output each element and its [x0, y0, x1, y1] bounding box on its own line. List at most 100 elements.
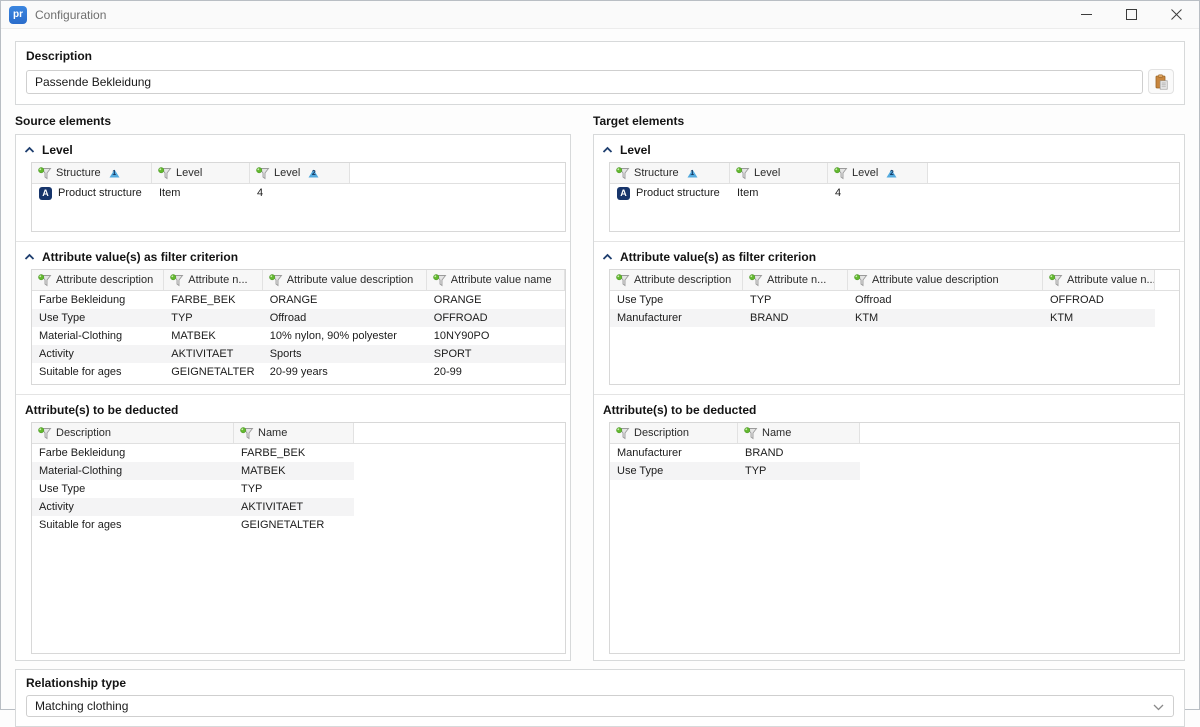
column-header-structure[interactable]: Structure 1 — [32, 163, 152, 183]
minimize-button[interactable] — [1064, 1, 1109, 28]
level-cell: Item — [152, 184, 250, 202]
clipboard-paste-icon — [1153, 74, 1169, 90]
column-header[interactable]: Attribute value description — [848, 270, 1043, 290]
table-row[interactable]: Use Type TYP Offroad OFFROAD — [32, 309, 565, 327]
table-header: Structure 1 Level Level 2 — [610, 163, 1179, 184]
relationship-type-select[interactable]: Matching clothing — [26, 695, 1174, 717]
filter-icon — [616, 274, 630, 287]
source-level-header[interactable]: Level — [24, 140, 566, 160]
cell: Sports — [263, 345, 427, 363]
source-filter-header[interactable]: Attribute value(s) as filter criterion — [24, 247, 566, 267]
source-panel: Level Structure 1 Level — [15, 134, 571, 661]
table-row[interactable]: Activity AKTIVITAET Sports SPORT — [32, 345, 565, 363]
filter-icon — [616, 167, 630, 180]
paste-button[interactable] — [1148, 69, 1174, 94]
close-button[interactable] — [1154, 1, 1199, 28]
filter-icon — [834, 167, 848, 180]
title-bar: pr Configuration — [1, 1, 1199, 29]
filter-icon — [38, 167, 52, 180]
source-level-section: Level Structure 1 Level — [16, 135, 570, 241]
target-deducted-table: Description Name Manufacturer BRAN — [609, 422, 1180, 654]
table-row[interactable]: Manufacturer BRAND — [610, 444, 1179, 462]
column-header[interactable]: Attribute description — [32, 270, 164, 290]
section-title: Attribute value(s) as filter criterion — [42, 250, 238, 264]
cell: Material-Clothing — [32, 462, 234, 480]
column-header-level[interactable]: Level — [730, 163, 828, 183]
table-row[interactable]: Manufacturer BRAND KTM KTM — [610, 309, 1179, 327]
column-label: Description — [634, 427, 689, 439]
description-input[interactable] — [26, 70, 1143, 94]
cell: Material-Clothing — [32, 327, 164, 345]
table-row[interactable]: Suitable for ages GEIGNETALTER — [32, 516, 565, 534]
column-header-filler — [350, 163, 565, 183]
maximize-button[interactable] — [1109, 1, 1154, 28]
column-header[interactable]: Attribute n... — [164, 270, 262, 290]
section-title: Level — [620, 143, 651, 157]
source-deducted-table: Description Name Farbe Bekleidung — [31, 422, 566, 654]
target-level-table: Structure 1 Level Level 2 — [609, 162, 1180, 232]
column-label: Attribute value n... — [1067, 274, 1154, 286]
table-row[interactable]: Material-Clothing MATBEK 10% nylon, 90% … — [32, 327, 565, 345]
column-label: Name — [762, 427, 791, 439]
cell: FARBE_BEK — [164, 291, 262, 309]
target-deducted-section: Attribute(s) to be deducted Description … — [594, 394, 1184, 663]
description-row — [26, 69, 1174, 94]
cell: Use Type — [610, 291, 743, 309]
table-row[interactable]: Use Type TYP — [610, 462, 1179, 480]
column-header-level2[interactable]: Level 2 — [250, 163, 350, 183]
column-header[interactable]: Attribute description — [610, 270, 743, 290]
cell: BRAND — [743, 309, 848, 327]
target-deducted-header: Attribute(s) to be deducted — [602, 400, 1180, 420]
level-cell: Item — [730, 184, 828, 202]
cell: 20-99 years — [263, 363, 427, 381]
cell: Farbe Bekleidung — [32, 444, 234, 462]
table-row[interactable]: Material-Clothing MATBEK — [32, 462, 565, 480]
cell: BRAND — [738, 444, 860, 462]
filter-icon — [744, 427, 758, 440]
column-header[interactable]: Description — [32, 423, 234, 443]
target-filter-header[interactable]: Attribute value(s) as filter criterion — [602, 247, 1180, 267]
cell: OFFROAD — [427, 309, 565, 327]
table-header: Description Name — [610, 423, 1179, 444]
column-label: Attribute value description — [287, 274, 414, 286]
table-row[interactable]: Use Type TYP — [32, 480, 565, 498]
filter-icon — [736, 167, 750, 180]
sort-ascending-icon: 1 — [687, 169, 698, 178]
cell: Manufacturer — [610, 444, 738, 462]
column-header-level2[interactable]: Level 2 — [828, 163, 928, 183]
column-header[interactable]: Attribute value n... — [1043, 270, 1155, 290]
column-header[interactable]: Description — [610, 423, 738, 443]
section-title: Attribute value(s) as filter criterion — [620, 250, 816, 264]
column-header-structure[interactable]: Structure 1 — [610, 163, 730, 183]
table-row[interactable]: Suitable for ages GEIGNETALTER 20-99 yea… — [32, 363, 565, 381]
column-header[interactable]: Attribute value description — [263, 270, 427, 290]
column-header[interactable]: Name — [738, 423, 860, 443]
table-row[interactable]: AProduct structure Item 4 — [32, 184, 565, 202]
table-row[interactable]: Activity AKTIVITAET — [32, 498, 565, 516]
collapse-chevron-icon — [602, 253, 613, 261]
dialog-content: Description Source elements — [1, 29, 1199, 727]
target-level-header[interactable]: Level — [602, 140, 1180, 160]
level2-cell: 4 — [828, 184, 928, 202]
window-title: Configuration — [35, 8, 106, 22]
column-header[interactable]: Attribute n... — [743, 270, 848, 290]
structure-cell: AProduct structure — [610, 184, 730, 202]
column-header[interactable]: Attribute value name — [427, 270, 565, 290]
cell: Suitable for ages — [32, 516, 234, 534]
table-row[interactable]: Use Type TYP Offroad OFFROAD — [610, 291, 1179, 309]
target-panel: Level Structure 1 Level — [593, 134, 1185, 661]
level2-cell: 4 — [250, 184, 350, 202]
table-header: Attribute description Attribute n... Att… — [32, 270, 565, 291]
column-label: Level — [852, 167, 878, 179]
column-label: Attribute description — [56, 274, 153, 286]
table-body: Farbe Bekleidung FARBE_BEK Material-Clot… — [32, 444, 565, 534]
column-label: Level — [274, 167, 300, 179]
table-row[interactable]: AProduct structure Item 4 — [610, 184, 1179, 202]
column-label: Structure — [634, 167, 679, 179]
column-header[interactable]: Name — [234, 423, 354, 443]
column-label: Level — [754, 167, 780, 179]
column-header-level[interactable]: Level — [152, 163, 250, 183]
table-row[interactable]: Farbe Bekleidung FARBE_BEK — [32, 444, 565, 462]
table-row[interactable]: Farbe Bekleidung FARBE_BEK ORANGE ORANGE — [32, 291, 565, 309]
maximize-icon — [1126, 9, 1137, 20]
